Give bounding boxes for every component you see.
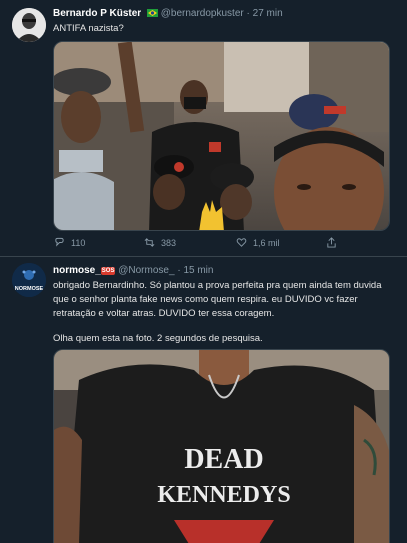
- share-button[interactable]: [326, 237, 337, 248]
- retweet-icon: [144, 238, 155, 247]
- like-count: 1,6 mil: [253, 237, 280, 248]
- tweet-text: ANTIFA nazista?: [53, 23, 124, 34]
- tweet-actions: 110 383 1,6 mil: [54, 237, 384, 253]
- shirt-text-dead: DEAD: [184, 444, 263, 475]
- avatar[interactable]: [12, 8, 46, 42]
- tweet-normose[interactable]: NORMOSE normose_SOS @Normose_ · 15 min o…: [0, 257, 407, 543]
- display-name[interactable]: normose_: [53, 265, 101, 276]
- tweet-header: Bernardo P Küster @bernardopkuster · 27 …: [53, 8, 283, 19]
- share-icon: [327, 237, 336, 248]
- timestamp[interactable]: 27 min: [253, 8, 283, 19]
- tweet-text: obrigado Bernardinho. Só plantou a prova…: [53, 280, 382, 319]
- timestamp[interactable]: 15 min: [183, 265, 213, 276]
- reply-count: 110: [71, 237, 86, 248]
- tweet-media-photo[interactable]: DEAD KENNEDYS: [53, 349, 390, 543]
- tweet-text-second-paragraph: Olha quem esta na foto. 2 segundos de pe…: [53, 333, 263, 344]
- heart-icon: [236, 238, 247, 247]
- reply-button[interactable]: 110: [54, 237, 85, 248]
- timeline: Bernardo P Küster @bernardopkuster · 27 …: [0, 0, 407, 543]
- normose-logo-image: NORMOSE: [12, 263, 46, 297]
- like-button[interactable]: 1,6 mil: [236, 237, 280, 248]
- tweet-header: normose_SOS @Normose_ · 15 min: [53, 265, 213, 276]
- separator-dot: ·: [177, 265, 181, 276]
- retweet-button[interactable]: 383: [144, 237, 176, 248]
- shirt-text-kennedys: KENNEDYS: [157, 482, 290, 508]
- avatar-wordmark: NORMOSE: [15, 286, 44, 292]
- retweet-count: 383: [161, 237, 177, 248]
- user-handle[interactable]: @bernardopkuster: [161, 8, 244, 19]
- avatar[interactable]: NORMOSE: [12, 263, 46, 297]
- brazil-flag-icon: [146, 9, 158, 17]
- tweet-bernardo[interactable]: Bernardo P Küster @bernardopkuster · 27 …: [0, 0, 407, 257]
- user-handle[interactable]: @Normose_: [118, 265, 174, 276]
- protest-crowd-image: [54, 42, 389, 230]
- shirt-photo-image: DEAD KENNEDYS: [54, 350, 389, 543]
- tweet-media-photo[interactable]: [53, 41, 390, 231]
- display-name[interactable]: Bernardo P Küster: [53, 8, 141, 19]
- sos-badge: SOS: [100, 267, 116, 275]
- separator-dot: ·: [246, 8, 250, 19]
- reply-icon: [55, 237, 64, 247]
- avatar-portrait-image: [12, 8, 46, 42]
